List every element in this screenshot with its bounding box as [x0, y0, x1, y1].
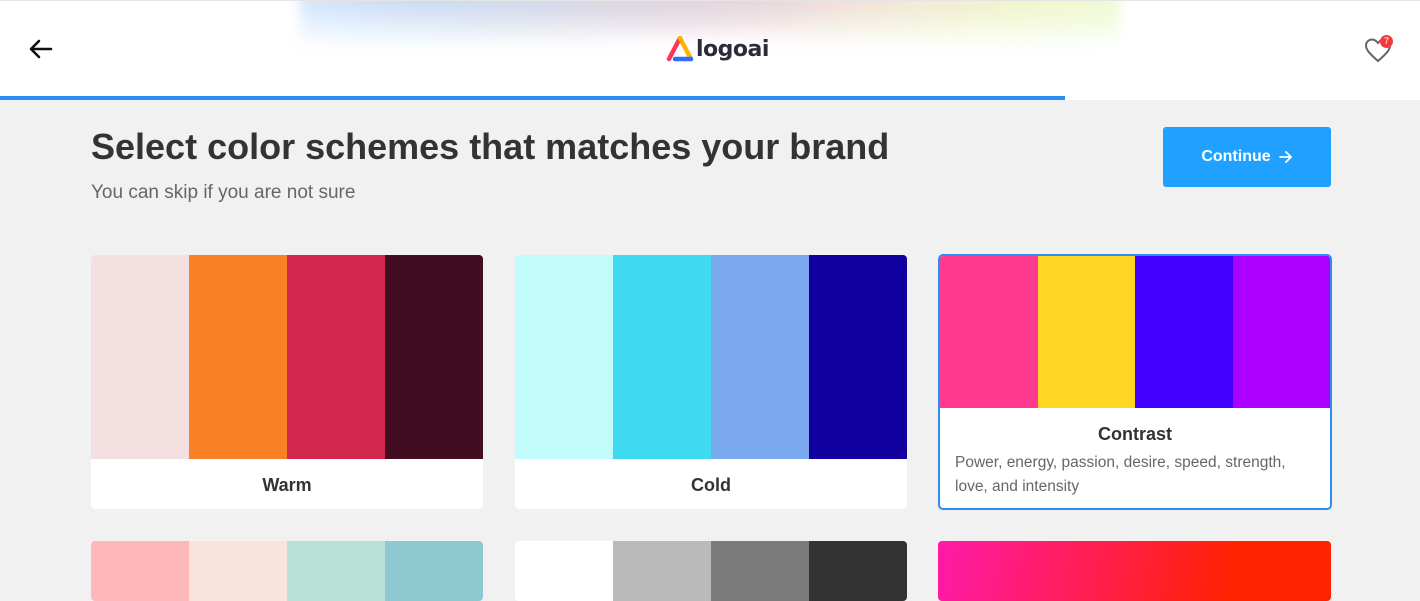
color-swatch: [515, 541, 613, 601]
scheme-card-contrast[interactable]: Contrast Power, energy, passion, desire,…: [938, 254, 1332, 510]
swatch-row: [515, 255, 907, 459]
swatch-row: [91, 255, 483, 459]
scheme-card[interactable]: [938, 541, 1331, 601]
color-swatch: [287, 541, 385, 601]
color-swatch: [189, 255, 287, 459]
scheme-card[interactable]: [91, 541, 483, 601]
scheme-card[interactable]: [515, 541, 907, 601]
progress-bar: [0, 96, 1420, 100]
color-swatch: [385, 255, 483, 459]
continue-button[interactable]: Continue: [1163, 127, 1331, 187]
swatch-row: [91, 541, 483, 601]
logo[interactable]: logoai: [666, 34, 769, 64]
gradient-swatch: [938, 541, 1331, 601]
color-swatch: [711, 541, 809, 601]
scheme-card-warm[interactable]: Warm: [91, 255, 483, 509]
color-swatch: [809, 541, 907, 601]
arrow-right-icon: [1278, 151, 1292, 163]
color-swatch: [91, 541, 189, 601]
scheme-description: Power, energy, passion, desire, speed, s…: [955, 454, 1286, 495]
color-swatch: [1232, 256, 1330, 408]
color-swatch: [1037, 256, 1135, 408]
scheme-card-cold[interactable]: Cold: [515, 255, 907, 509]
color-swatch: [1135, 256, 1233, 408]
top-bar: logoai 7: [0, 0, 1420, 97]
scheme-name: Contrast: [1097, 424, 1172, 444]
color-swatch: [385, 541, 483, 601]
swatch-row: [515, 541, 907, 601]
continue-label: Continue: [1201, 148, 1271, 165]
page-title: Select color schemes that matches your b…: [91, 126, 890, 167]
color-swatch: [809, 255, 907, 459]
color-swatch: [613, 541, 711, 601]
color-swatch: [940, 256, 1038, 408]
logo-mark-icon: [666, 36, 694, 62]
color-swatch: [711, 255, 809, 459]
swatch-row: [940, 256, 1330, 408]
scheme-name: Cold: [691, 475, 731, 495]
logo-text: logoai: [696, 36, 769, 62]
progress-fill: [0, 96, 1065, 100]
back-button[interactable]: [26, 34, 56, 64]
color-swatch: [189, 541, 287, 601]
color-swatch: [515, 255, 613, 459]
color-swatch: [613, 255, 711, 459]
color-swatch: [91, 255, 189, 459]
favorites-count-badge: 7: [1380, 35, 1393, 48]
scheme-name: Warm: [262, 475, 312, 495]
color-swatch: [287, 255, 385, 459]
page-subtitle: You can skip if you are not sure: [91, 182, 356, 203]
arrow-left-icon: [29, 39, 53, 59]
